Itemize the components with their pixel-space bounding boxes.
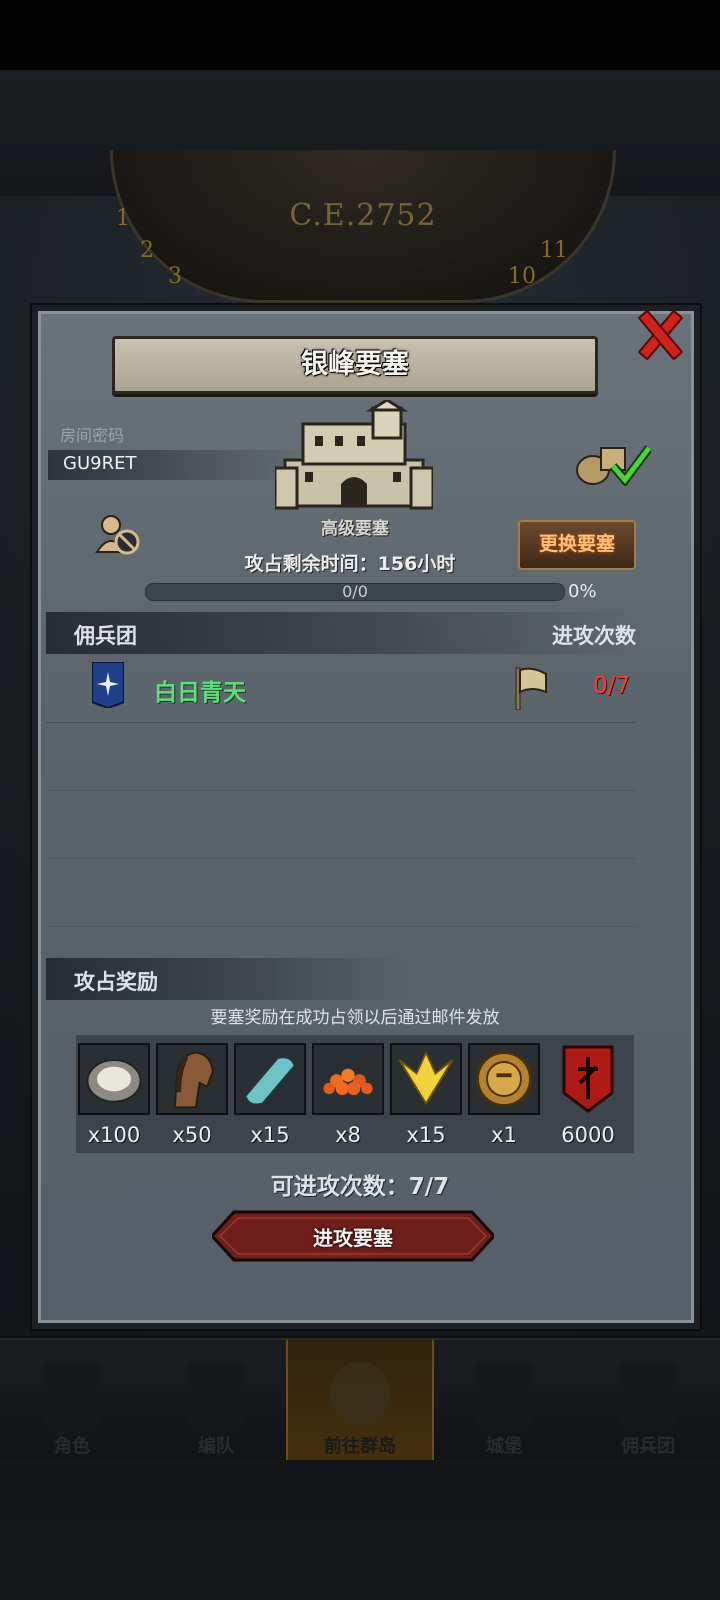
empty-list-row [46,722,636,791]
reward-item[interactable]: x8 [312,1043,384,1151]
reward-count: 6000 [561,1123,615,1147]
horse-icon [156,1043,228,1115]
empty-list-row [46,790,636,859]
room-code: GU9RET [63,453,137,474]
fortress-type: 高级要塞 [321,519,389,539]
supply-bags-check-icon[interactable] [575,440,651,486]
reward-item[interactable]: x100 [78,1043,150,1151]
dialog-title: 银峰要塞 [301,349,409,380]
mercenary-name: 白日青天 [154,680,246,706]
reward-item[interactable]: x1 [468,1043,540,1151]
red-banner-icon [562,1045,614,1113]
reward-list: x100 x50 x15 x8 x15 x1 6000 [76,1035,634,1153]
reward-count: x100 [87,1123,141,1147]
reward-note: 要塞奖励在成功占领以后通过邮件发放 [210,1008,500,1028]
reward-item[interactable]: 6000 [552,1043,624,1151]
available-attacks: 可进攻次数：7/7 [270,1174,450,1200]
reward-count: x8 [335,1123,361,1147]
mercenary-header: 佣兵团 [74,624,137,648]
list-item[interactable]: 白日青天 0/7 [46,656,636,723]
empty-list-row [46,858,636,927]
reward-count: x15 [406,1123,446,1147]
room-code-box: GU9RET [48,450,308,480]
attacks-header: 进攻次数 [552,624,636,648]
oyster-icon [78,1043,150,1115]
dialog-title-banner: 银峰要塞 [112,336,598,394]
gold-crest-icon [390,1043,462,1115]
castle-icon [275,400,433,510]
reward-item[interactable]: x15 [234,1043,306,1151]
change-fortress-button[interactable]: 更换要塞 [518,520,636,570]
helmet-medal-icon [468,1043,540,1115]
reward-count: x50 [172,1123,212,1147]
capture-progress-bar: 0/0 [145,582,565,601]
room-code-label: 房间密码 [60,426,125,445]
mercenary-section-header: 佣兵团 进攻次数 [46,612,636,654]
cloth-icon [234,1043,306,1115]
mercenary-attack-count: 0/7 [593,673,631,699]
reward-item[interactable]: x15 [390,1043,462,1151]
change-fortress-label: 更换要塞 [538,533,615,555]
attack-fortress-button[interactable]: 进攻要塞 [212,1210,494,1262]
user-blocked-icon[interactable] [95,514,141,556]
roe-icon [312,1043,384,1115]
reward-item[interactable]: x50 [156,1043,228,1151]
close-icon[interactable] [630,305,684,359]
reward-count: x1 [491,1123,517,1147]
guild-banner-icon [92,662,124,708]
reward-count: x15 [250,1123,290,1147]
flag-icon [515,667,547,710]
reward-header: 攻占奖励 [74,970,158,994]
capture-time-remaining: 攻占剩余时间：156小时 [244,553,456,575]
reward-section-header: 攻占奖励 [46,958,406,1000]
attack-fortress-label: 进攻要塞 [313,1226,393,1250]
progress-text: 0/0 [342,582,368,601]
progress-percent: 0% [568,581,597,602]
